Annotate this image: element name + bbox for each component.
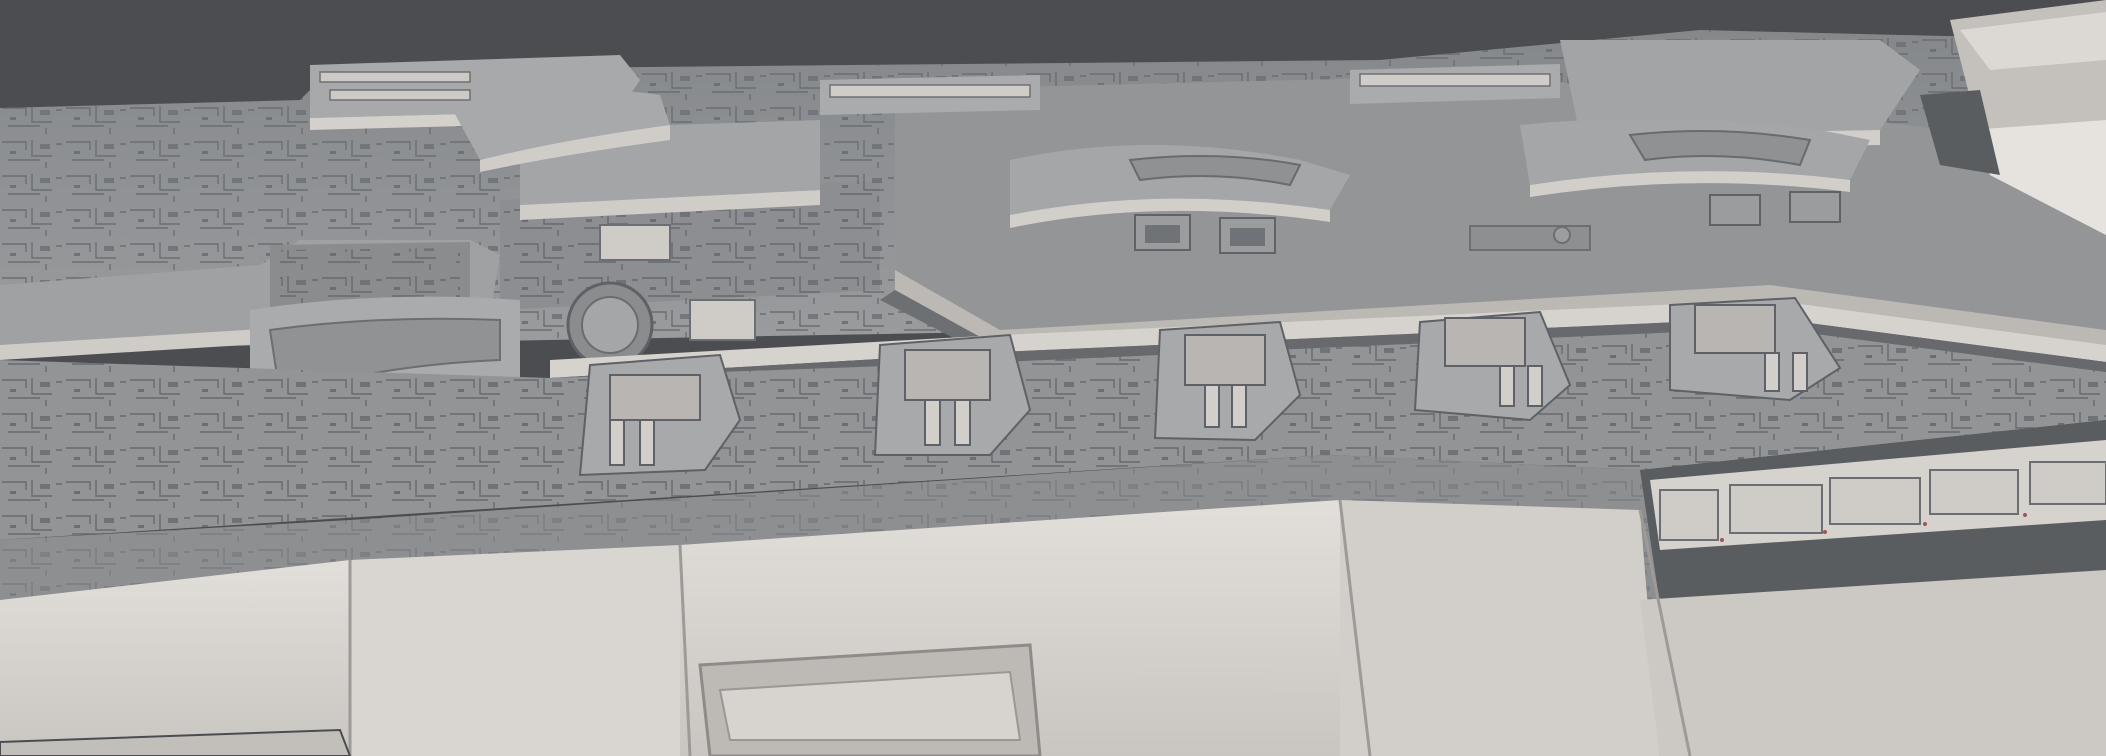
hull-render — [0, 0, 2106, 756]
front-turret-2 — [873, 333, 1032, 456]
front-turret-4 — [1413, 310, 1572, 422]
render-viewport — [0, 0, 2106, 756]
rear-turret-b — [1219, 217, 1276, 254]
rear-turret-a — [1134, 214, 1191, 251]
